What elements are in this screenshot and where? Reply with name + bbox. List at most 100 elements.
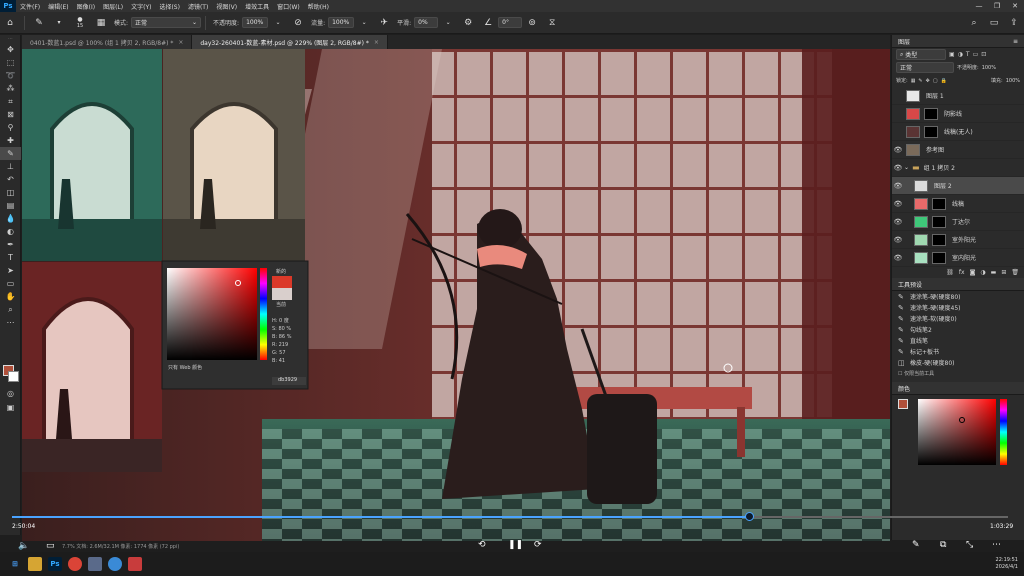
eye-icon[interactable]: 👁 bbox=[892, 164, 904, 172]
layer-row[interactable]: 👁 丁达尔 bbox=[892, 213, 1024, 231]
color-field-cursor-icon[interactable] bbox=[235, 280, 241, 286]
restore-icon[interactable]: ❐ bbox=[988, 0, 1006, 12]
zoom-tool-icon[interactable]: ⌕ bbox=[0, 303, 21, 316]
smooth-input[interactable]: 0% bbox=[414, 17, 439, 28]
chevron-down-icon[interactable]: ⌄ bbox=[441, 16, 455, 30]
eye-icon[interactable]: 👁 bbox=[892, 254, 904, 262]
layer-row[interactable]: 线稿(无人) bbox=[892, 123, 1024, 141]
chrome-icon[interactable] bbox=[68, 557, 82, 571]
mode-select[interactable]: 正常 ⌄ bbox=[131, 17, 202, 28]
quick-mask-icon[interactable]: ◎ bbox=[0, 387, 21, 400]
bl-value[interactable]: 41 bbox=[279, 358, 285, 364]
menu-filter[interactable]: 滤镜(T) bbox=[184, 2, 212, 11]
photoshop-taskbar-icon[interactable]: Ps bbox=[48, 557, 62, 571]
blur-tool-icon[interactable]: 💧 bbox=[0, 212, 21, 225]
clone-stamp-tool-icon[interactable]: ⊥ bbox=[0, 160, 21, 173]
trash-icon[interactable]: 🗑 bbox=[1011, 269, 1019, 276]
menu-image[interactable]: 图像(I) bbox=[73, 2, 99, 11]
preset-item[interactable]: ◫ 橡皮-硬(硬度80) bbox=[892, 357, 1024, 368]
browser-icon[interactable] bbox=[108, 557, 122, 571]
hue-slider[interactable] bbox=[260, 268, 267, 360]
gear-icon[interactable]: ⚙ bbox=[461, 16, 475, 30]
new-group-icon[interactable]: ▬ bbox=[991, 269, 997, 276]
tab-document-2[interactable]: day32-260401-数蓝-素材.psd @ 229% (图层 2, RGB… bbox=[192, 35, 388, 49]
rewind-10-icon[interactable]: ⟲ bbox=[478, 540, 486, 550]
layer-opacity-value[interactable]: 100% bbox=[982, 65, 996, 71]
screen-mode-icon[interactable]: ▣ bbox=[0, 401, 21, 414]
more-tools-icon[interactable]: ⋯ bbox=[0, 316, 21, 329]
layer-row[interactable]: 👁 参考图 bbox=[892, 141, 1024, 159]
link-icon[interactable]: ⛓ bbox=[946, 269, 954, 276]
seek-bar[interactable] bbox=[12, 512, 1008, 521]
chevron-down-icon[interactable]: ▾ bbox=[52, 16, 66, 30]
fill-value[interactable]: 100% bbox=[1006, 78, 1020, 84]
color-cursor-icon[interactable] bbox=[959, 417, 965, 423]
rectangle-tool-icon[interactable]: ▭ bbox=[0, 277, 21, 290]
menu-help[interactable]: 帮助(H) bbox=[304, 2, 333, 11]
menu-file[interactable]: 文件(F) bbox=[16, 2, 44, 11]
preset-item[interactable]: ✎ 直线笔 bbox=[892, 335, 1024, 346]
app-icon[interactable] bbox=[128, 557, 142, 571]
layer-kind-filter[interactable]: ⌕ 类型 bbox=[896, 49, 946, 60]
layer-row-selected[interactable]: 👁 图层 2 bbox=[892, 177, 1024, 195]
file-explorer-icon[interactable] bbox=[28, 557, 42, 571]
eye-icon[interactable]: 👁 bbox=[892, 146, 904, 154]
g-value[interactable]: 57 bbox=[279, 350, 285, 356]
eye-icon[interactable]: 👁 bbox=[892, 200, 904, 208]
filter-smart-icon[interactable]: ⊡ bbox=[981, 51, 986, 58]
current-color-swatch[interactable] bbox=[272, 288, 292, 300]
symmetry-icon[interactable]: ⧖ bbox=[545, 16, 559, 30]
pressure-size-icon[interactable]: ⊚ bbox=[525, 16, 539, 30]
menu-window[interactable]: 窗口(W) bbox=[273, 2, 304, 11]
color-field[interactable] bbox=[167, 268, 257, 360]
flow-input[interactable]: 100% bbox=[328, 17, 355, 28]
background-color-swatch[interactable] bbox=[8, 371, 19, 382]
b-value[interactable]: 86 bbox=[279, 334, 285, 340]
eye-icon[interactable]: 👁 bbox=[892, 236, 904, 244]
layer-row[interactable]: 👁 线稿 bbox=[892, 195, 1024, 213]
layer-row[interactable]: 👁 室内阳光 bbox=[892, 249, 1024, 267]
lasso-tool-icon[interactable]: ➰ bbox=[0, 69, 21, 82]
pen-tool-icon[interactable]: ✒ bbox=[0, 238, 21, 251]
close-icon[interactable]: × bbox=[178, 39, 183, 46]
path-selection-tool-icon[interactable]: ➤ bbox=[0, 264, 21, 277]
current-tool-only-checkbox[interactable]: ☐ 仅限当前工具 bbox=[892, 368, 1024, 379]
panel-menu-icon[interactable]: ≡ bbox=[1013, 38, 1018, 45]
adjustment-icon[interactable]: ◑ bbox=[980, 269, 985, 276]
seek-handle[interactable] bbox=[745, 512, 755, 521]
menu-layer[interactable]: 图层(L) bbox=[99, 2, 127, 11]
preset-item[interactable]: ✎ 速涂笔-硬(硬度45) bbox=[892, 302, 1024, 313]
preset-item[interactable]: ✎ 标记+板书 bbox=[892, 346, 1024, 357]
brush-tool-icon[interactable]: ✎ bbox=[32, 16, 46, 30]
layers-panel-title[interactable]: 图层 bbox=[898, 37, 910, 46]
menu-view[interactable]: 视图(V) bbox=[212, 2, 241, 11]
add-mask-icon[interactable]: ◙ bbox=[970, 269, 976, 276]
brush-settings-icon[interactable]: ▦ bbox=[94, 16, 108, 30]
app-icon[interactable] bbox=[88, 557, 102, 571]
menu-edit[interactable]: 编辑(E) bbox=[44, 2, 72, 11]
frame-tool-icon[interactable]: ⊠ bbox=[0, 108, 21, 121]
h-value[interactable]: 0 bbox=[279, 318, 282, 324]
hue-slider[interactable] bbox=[1000, 399, 1007, 465]
blend-mode-select[interactable]: 正常 bbox=[896, 62, 954, 73]
r-value[interactable]: 219 bbox=[279, 342, 289, 348]
pause-icon[interactable]: ❚❚ bbox=[508, 540, 523, 550]
color-panel-field[interactable] bbox=[918, 399, 996, 465]
fullscreen-exit-icon[interactable]: ⤡ bbox=[966, 540, 973, 550]
tool-presets-title[interactable]: 工具预设 bbox=[898, 280, 922, 289]
pen-icon[interactable]: ✎ bbox=[912, 540, 920, 550]
minimize-icon[interactable]: — bbox=[970, 0, 988, 12]
crop-tool-icon[interactable]: ⌗ bbox=[0, 95, 21, 108]
eyedropper-tool-icon[interactable]: ⚲ bbox=[0, 121, 21, 134]
hex-input[interactable]: db3929 bbox=[272, 377, 306, 385]
preset-item[interactable]: ✎ 速涂笔-软(硬度0) bbox=[892, 313, 1024, 324]
healing-brush-tool-icon[interactable]: ✚ bbox=[0, 134, 21, 147]
chevron-down-icon[interactable]: ⌄ bbox=[904, 164, 912, 171]
forward-30-icon[interactable]: ⟳ bbox=[534, 540, 542, 550]
pip-icon[interactable]: ⧉ bbox=[940, 540, 946, 550]
angle-input[interactable]: 0° bbox=[498, 17, 523, 28]
lock-all-icon[interactable]: 🔒 bbox=[941, 78, 947, 84]
lock-position-icon[interactable]: ✥ bbox=[926, 78, 930, 84]
marquee-tool-icon[interactable]: ⬚ bbox=[0, 56, 21, 69]
gradient-tool-icon[interactable]: ▤ bbox=[0, 199, 21, 212]
